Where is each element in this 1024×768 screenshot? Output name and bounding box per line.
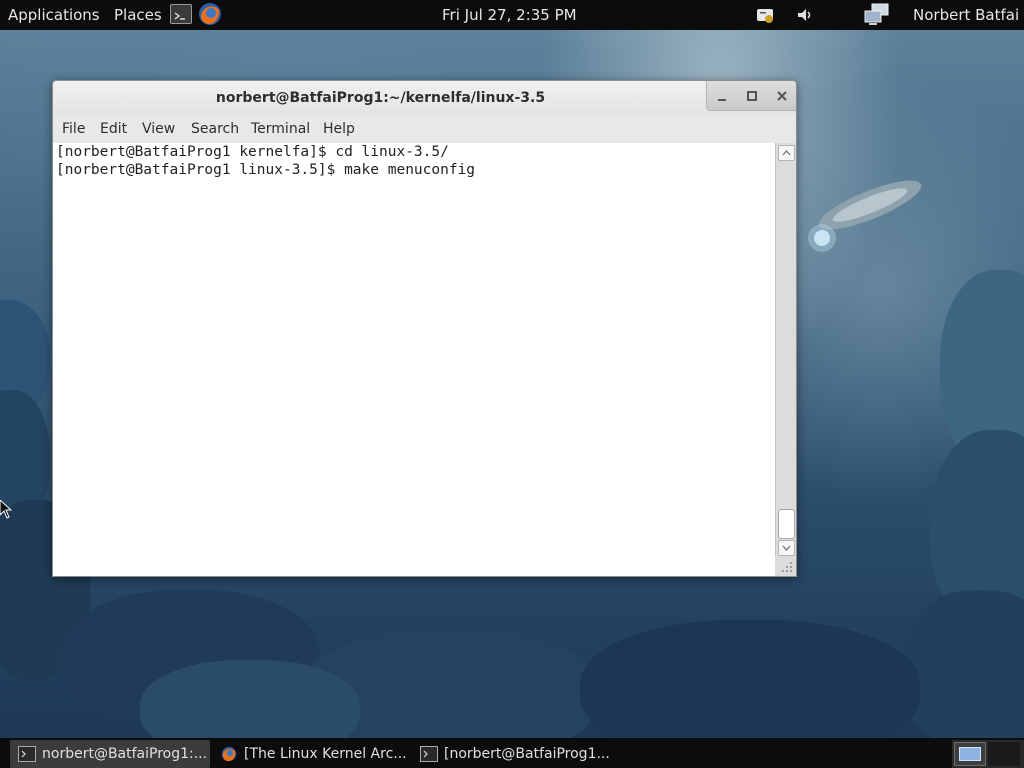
- resize-grip-icon[interactable]: [775, 556, 796, 576]
- maximize-button[interactable]: [741, 85, 763, 107]
- menu-file[interactable]: File: [62, 115, 85, 143]
- menu-help[interactable]: Help: [323, 115, 355, 143]
- network-icon[interactable]: [862, 2, 892, 28]
- workspace-window-thumbnail: [959, 747, 981, 761]
- minimize-button[interactable]: [711, 85, 733, 107]
- taskbar-item-label: [The Linux Kernel Arc...: [244, 746, 407, 762]
- taskbar-item-label: [norbert@BatfaiProg1...: [444, 746, 610, 762]
- scroll-down-arrow-icon[interactable]: [778, 540, 795, 556]
- firefox-launcher-icon[interactable]: [198, 2, 222, 26]
- terminal-icon: [420, 746, 438, 762]
- scroll-up-arrow-icon[interactable]: [778, 145, 795, 161]
- terminal-window[interactable]: norbert@BatfaiProg1:~/kernelfa/linux-3.5…: [52, 80, 797, 577]
- window-titlebar[interactable]: norbert@BatfaiProg1:~/kernelfa/linux-3.5: [53, 81, 796, 115]
- volume-icon[interactable]: [795, 5, 815, 25]
- workspace-1[interactable]: [954, 742, 986, 766]
- terminal-output[interactable]: [norbert@BatfaiProg1 kernelfa]$ cd linux…: [53, 143, 775, 576]
- taskbar-item-label: norbert@BatfaiProg1:...: [42, 746, 208, 762]
- applications-menu[interactable]: Applications: [8, 0, 100, 30]
- menu-view[interactable]: View: [142, 115, 175, 143]
- scrollbar-thumb[interactable]: [778, 509, 795, 539]
- window-controls: [706, 81, 796, 111]
- top-panel: Applications Places Fri Jul 27, 2:35 PM …: [0, 0, 1024, 30]
- menu-search[interactable]: Search: [191, 115, 239, 143]
- terminal-launcher-icon[interactable]: [170, 4, 192, 24]
- taskbar-item-terminal[interactable]: norbert@BatfaiProg1:...: [10, 740, 210, 768]
- window-title: norbert@BatfaiProg1:~/kernelfa/linux-3.5: [215, 90, 546, 106]
- menu-edit[interactable]: Edit: [100, 115, 127, 143]
- taskbar-item-terminal-2[interactable]: [norbert@BatfaiProg1...: [412, 740, 612, 768]
- vertical-scrollbar[interactable]: [775, 143, 796, 556]
- mouse-pointer-icon: [0, 500, 12, 519]
- taskbar-item-firefox[interactable]: [The Linux Kernel Arc...: [212, 740, 408, 768]
- firefox-icon: [221, 746, 237, 762]
- menubar: File Edit View Search Terminal Help: [53, 115, 796, 143]
- terminal-line: [norbert@BatfaiProg1 kernelfa]$ cd linux…: [56, 144, 449, 160]
- terminal-line: [norbert@BatfaiProg1 linux-3.5]$ make me…: [56, 162, 476, 178]
- places-menu[interactable]: Places: [114, 0, 162, 30]
- bottom-panel: norbert@BatfaiProg1:... [The Linux Kerne…: [0, 738, 1024, 768]
- notification-icon[interactable]: [755, 5, 775, 25]
- user-menu[interactable]: Norbert Batfai: [913, 0, 1019, 30]
- workspace-2[interactable]: [988, 742, 1020, 766]
- menu-terminal[interactable]: Terminal: [251, 115, 310, 143]
- spaceship-illustration: [808, 180, 922, 252]
- terminal-icon: [18, 746, 36, 762]
- workspace-switcher: [952, 740, 1024, 768]
- clock[interactable]: Fri Jul 27, 2:35 PM: [442, 0, 577, 30]
- close-button[interactable]: [771, 85, 793, 107]
